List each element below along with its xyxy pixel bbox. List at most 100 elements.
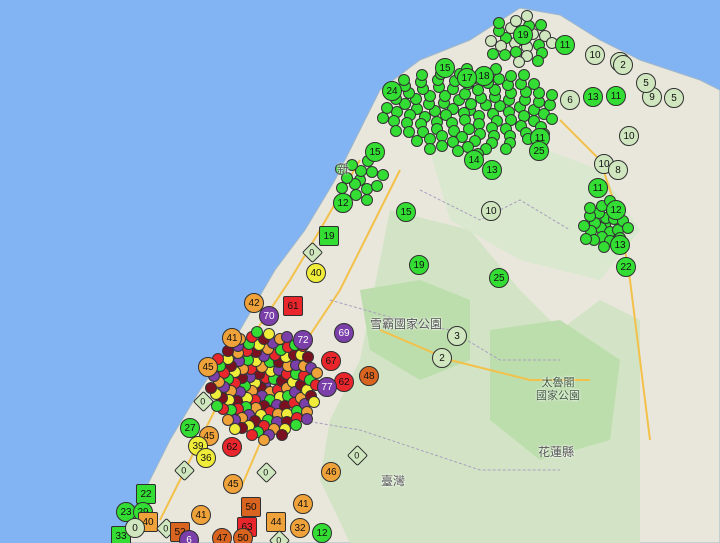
station-marker[interactable]: 45 [223, 474, 243, 494]
map-canvas[interactable]: 雪霸國家公園太魯閣 國家公園臺灣花蓮縣新 1910111025119513610… [0, 0, 720, 543]
station-marker[interactable]: 13 [610, 235, 630, 255]
cluster-dot [504, 69, 517, 82]
station-marker[interactable]: 40 [306, 263, 326, 283]
station-marker[interactable]: 69 [334, 323, 354, 343]
marker-value: 9 [649, 92, 655, 103]
cluster-dot [528, 77, 541, 90]
marker-value: 48 [363, 371, 375, 382]
station-marker[interactable]: 50 [233, 528, 253, 543]
station-marker[interactable]: 0 [125, 518, 145, 538]
station-marker[interactable]: 70 [259, 306, 279, 326]
station-marker[interactable]: 10 [585, 45, 605, 65]
cluster-dot [377, 111, 389, 124]
station-marker[interactable]: 5 [664, 88, 684, 108]
station-marker[interactable]: 24 [382, 81, 402, 101]
marker-value: 17 [461, 73, 473, 84]
station-marker[interactable]: 11 [606, 86, 626, 106]
label-hualien: 花蓮縣 [538, 445, 575, 459]
station-marker[interactable]: 14 [464, 150, 484, 170]
station-marker[interactable]: 11 [555, 35, 575, 55]
station-marker[interactable]: 10 [619, 126, 639, 146]
station-marker[interactable]: 44 [266, 512, 286, 532]
marker-value: 70 [263, 311, 275, 322]
marker-value: 50 [245, 502, 257, 513]
station-marker[interactable]: 41 [191, 505, 211, 525]
station-marker[interactable]: 12 [333, 193, 353, 213]
station-marker[interactable]: 25 [489, 268, 509, 288]
station-marker[interactable]: 46 [321, 462, 341, 482]
station-marker[interactable]: 36 [196, 448, 216, 468]
marker-value: 0 [132, 523, 138, 534]
cluster-dot [531, 54, 544, 67]
station-marker[interactable]: 13 [583, 87, 603, 107]
marker-value: 50 [237, 533, 249, 543]
cluster-dot [423, 142, 436, 155]
station-marker[interactable]: 18 [474, 66, 494, 86]
marker-value: 69 [338, 328, 350, 339]
station-marker[interactable]: 27 [180, 418, 200, 438]
station-marker[interactable]: 41 [293, 494, 313, 514]
station-marker[interactable]: 45 [198, 357, 218, 377]
marker-value: 10 [623, 131, 635, 142]
marker-value: 11 [559, 40, 571, 51]
marker-value: 46 [325, 467, 337, 478]
station-marker[interactable]: 2 [613, 55, 633, 75]
station-marker[interactable]: 22 [136, 484, 156, 504]
station-marker[interactable]: 77 [317, 377, 337, 397]
station-marker[interactable]: 3 [447, 326, 467, 346]
marker-value: 45 [202, 362, 214, 373]
marker-value: 42 [248, 298, 260, 309]
station-marker[interactable]: 15 [396, 202, 416, 222]
station-marker[interactable]: 15 [435, 58, 455, 78]
marker-value: 8 [615, 165, 621, 176]
station-marker[interactable]: 6 [179, 530, 199, 543]
cluster-dot [311, 366, 324, 379]
station-marker[interactable]: 5 [636, 73, 656, 93]
cluster-dot [275, 429, 288, 442]
station-marker[interactable]: 47 [212, 528, 232, 543]
cluster-dot [410, 134, 423, 147]
station-marker[interactable]: 72 [293, 330, 313, 350]
station-marker[interactable]: 15 [365, 142, 385, 162]
station-marker[interactable]: 13 [482, 160, 502, 180]
station-marker[interactable]: 62 [222, 437, 242, 457]
station-marker[interactable]: 17 [457, 68, 477, 88]
marker-value: 13 [587, 92, 599, 103]
station-marker[interactable]: 25 [529, 141, 549, 161]
station-marker[interactable]: 2 [432, 348, 452, 368]
marker-value: 40 [310, 268, 322, 279]
marker-value: 0 [276, 535, 282, 543]
station-marker[interactable]: 32 [290, 518, 310, 538]
marker-value: 15 [439, 63, 451, 74]
marker-value: 33 [115, 531, 127, 542]
marker-value: 10 [485, 206, 497, 217]
station-marker[interactable]: 67 [321, 351, 341, 371]
station-marker[interactable]: 48 [359, 366, 379, 386]
marker-value: 12 [337, 198, 349, 209]
station-marker[interactable]: 22 [616, 257, 636, 277]
station-marker[interactable]: 11 [588, 178, 608, 198]
station-marker[interactable]: 19 [409, 255, 429, 275]
marker-value: 45 [227, 479, 239, 490]
station-marker[interactable]: 10 [481, 201, 501, 221]
station-marker[interactable]: 6 [560, 90, 580, 110]
marker-value: 32 [294, 523, 306, 534]
marker-value: 25 [493, 273, 505, 284]
marker-value: 0 [263, 467, 269, 478]
marker-value: 0 [200, 396, 206, 407]
station-marker[interactable]: 8 [608, 160, 628, 180]
marker-value: 44 [270, 517, 282, 528]
station-marker[interactable]: 19 [513, 25, 533, 45]
label-xin: 新 [337, 162, 350, 176]
marker-value: 13 [614, 240, 626, 251]
marker-value: 12 [610, 205, 622, 216]
station-marker[interactable]: 61 [283, 296, 303, 316]
station-marker[interactable]: 19 [319, 226, 339, 246]
station-marker[interactable]: 12 [312, 523, 332, 543]
station-marker[interactable]: 62 [334, 372, 354, 392]
station-marker[interactable]: 12 [606, 200, 626, 220]
station-marker[interactable]: 41 [222, 328, 242, 348]
marker-value: 14 [468, 155, 480, 166]
marker-value: 3 [454, 331, 460, 342]
station-marker[interactable]: 50 [241, 497, 261, 517]
